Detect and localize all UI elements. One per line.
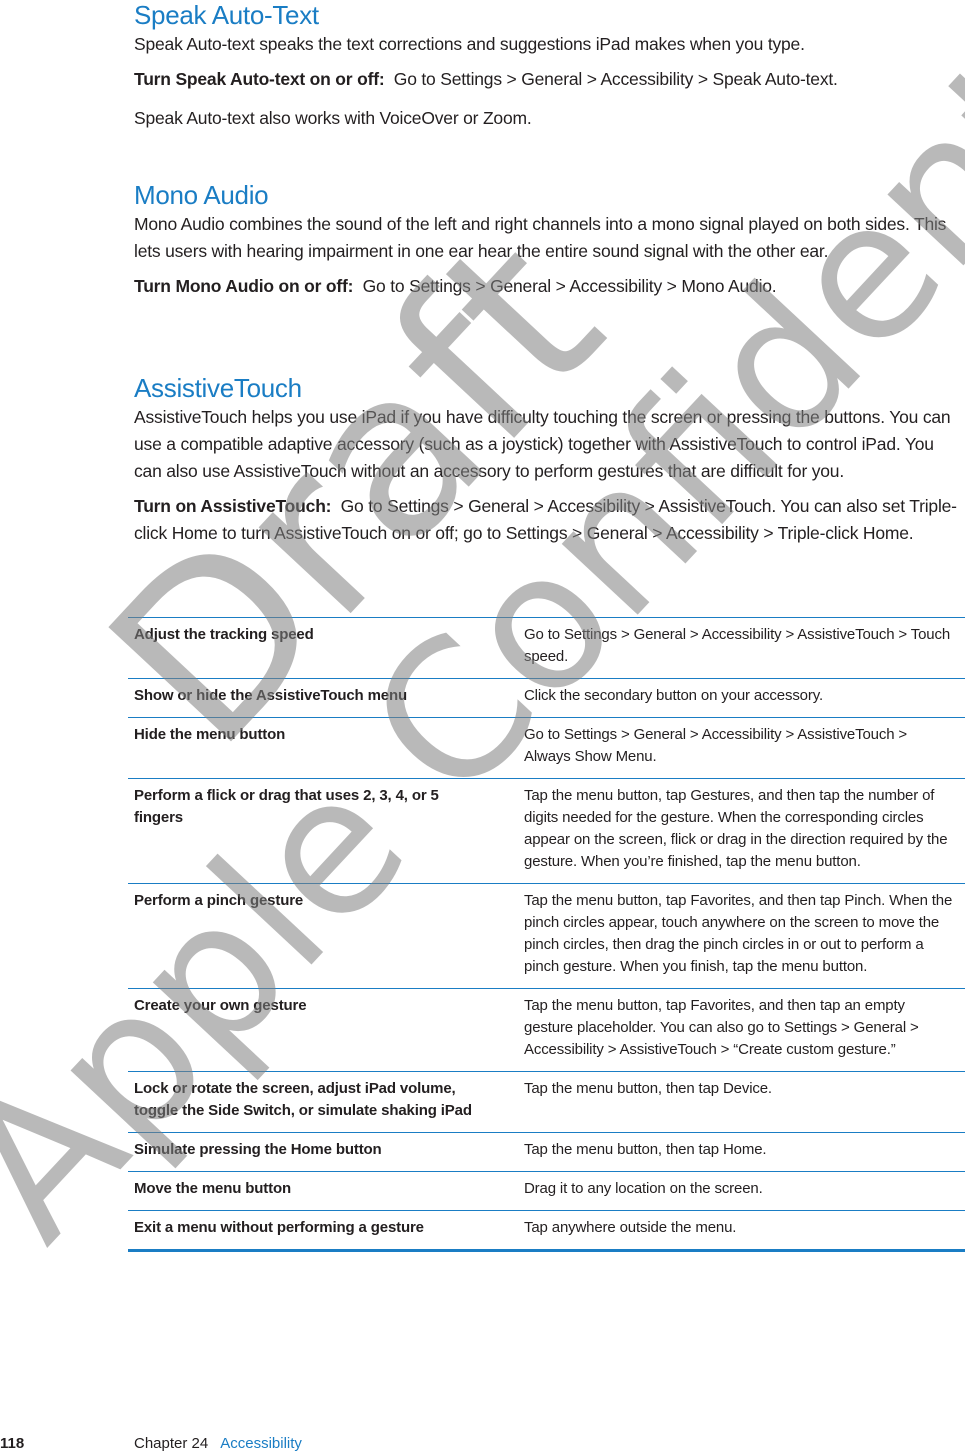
task-cell: Hide the menu button [134,726,286,743]
section-heading: Mono Audio [134,180,269,210]
page-number: 118 [0,1435,25,1452]
table-row: Simulate pressing the Home button Tap th… [128,1133,965,1172]
table-row: Hide the menu button Go to Settings > Ge… [128,718,965,779]
task-cell: Show or hide the AssistiveTouch menu [134,687,407,704]
table-row: Exit a menu without performing a gesture… [128,1211,965,1251]
table-row: Create your own gesture Tap the menu but… [128,989,965,1072]
section-body: Mono Audio combines the sound of the lef… [134,214,947,261]
how-cell: Go to Settings > General > Accessibility… [524,626,951,665]
how-cell: Tap the menu button, tap Gestures, and t… [524,787,948,870]
section-heading: Speak Auto-Text [134,0,319,30]
section-speak-auto-text: Speak Auto-Text Speak Auto-text speaks t… [134,0,965,132]
table-row: Move the menu button Drag it to any loca… [128,1172,965,1211]
table-row: Show or hide the AssistiveTouch menu Cli… [128,679,965,718]
how-cell: Tap the menu button, tap Favorites, and … [524,997,919,1058]
how-cell: Drag it to any location on the screen. [524,1180,763,1197]
table-row: Perform a flick or drag that uses 2, 3, … [128,779,965,884]
chapter-footer: Chapter 24 Accessibility [134,1434,302,1454]
task-cell: Move the menu button [134,1180,291,1197]
table-row: Perform a pinch gesture Tap the menu but… [128,884,965,989]
table-row: Lock or rotate the screen, adjust iPad v… [128,1072,965,1133]
task-cell: Exit a menu without performing a gesture [134,1219,424,1236]
how-cell: Tap the menu button, tap Favorites, and … [524,892,953,975]
how-cell: Tap the menu button, then tap Home. [524,1141,767,1158]
section-assistive-touch: AssistiveTouch AssistiveTouch helps you … [134,373,965,547]
how-cell: Tap the menu button, then tap Device. [524,1080,772,1097]
assistive-touch-table: Adjust the tracking speed Go to Settings… [128,617,965,1252]
instruction: Turn Speak Auto-text on or off: Go to Se… [134,66,965,93]
how-cell: Go to Settings > General > Accessibility… [524,726,908,765]
task-cell: Adjust the tracking speed [134,626,314,643]
instruction-lead: Turn on AssistiveTouch: [134,496,332,516]
task-cell: Simulate pressing the Home button [134,1141,382,1158]
chapter-number: Chapter 24 [134,1435,209,1452]
table-row: Adjust the tracking speed Go to Settings… [128,617,965,679]
instruction-lead: Turn Speak Auto-text on or off: [134,69,385,89]
instruction-lead: Turn Mono Audio on or off: [134,276,354,296]
task-cell: Perform a flick or drag that uses 2, 3, … [134,787,439,826]
section-body: AssistiveTouch helps you use iPad if you… [134,407,951,481]
section-heading: AssistiveTouch [134,373,302,403]
task-cell: Perform a pinch gesture [134,892,304,909]
how-cell: Click the secondary button on your acces… [524,687,823,704]
task-cell: Create your own gesture [134,997,307,1014]
instruction-text: Go to Settings > General > Accessibility… [362,276,777,296]
instruction: Turn Mono Audio on or off: Go to Setting… [134,273,965,300]
how-cell: Tap anywhere outside the menu. [524,1219,737,1236]
instruction-text: Go to Settings > General > Accessibility… [393,69,838,89]
section-body: Speak Auto-text speaks the text correcti… [134,34,805,54]
section-mono-audio: Mono Audio Mono Audio combines the sound… [134,180,965,300]
chapter-title-link[interactable]: Accessibility [220,1435,302,1452]
section-note: Speak Auto-text also works with VoiceOve… [134,108,532,128]
task-cell: Lock or rotate the screen, adjust iPad v… [134,1080,472,1119]
instruction: Turn on AssistiveTouch: Go to Settings >… [134,493,965,547]
